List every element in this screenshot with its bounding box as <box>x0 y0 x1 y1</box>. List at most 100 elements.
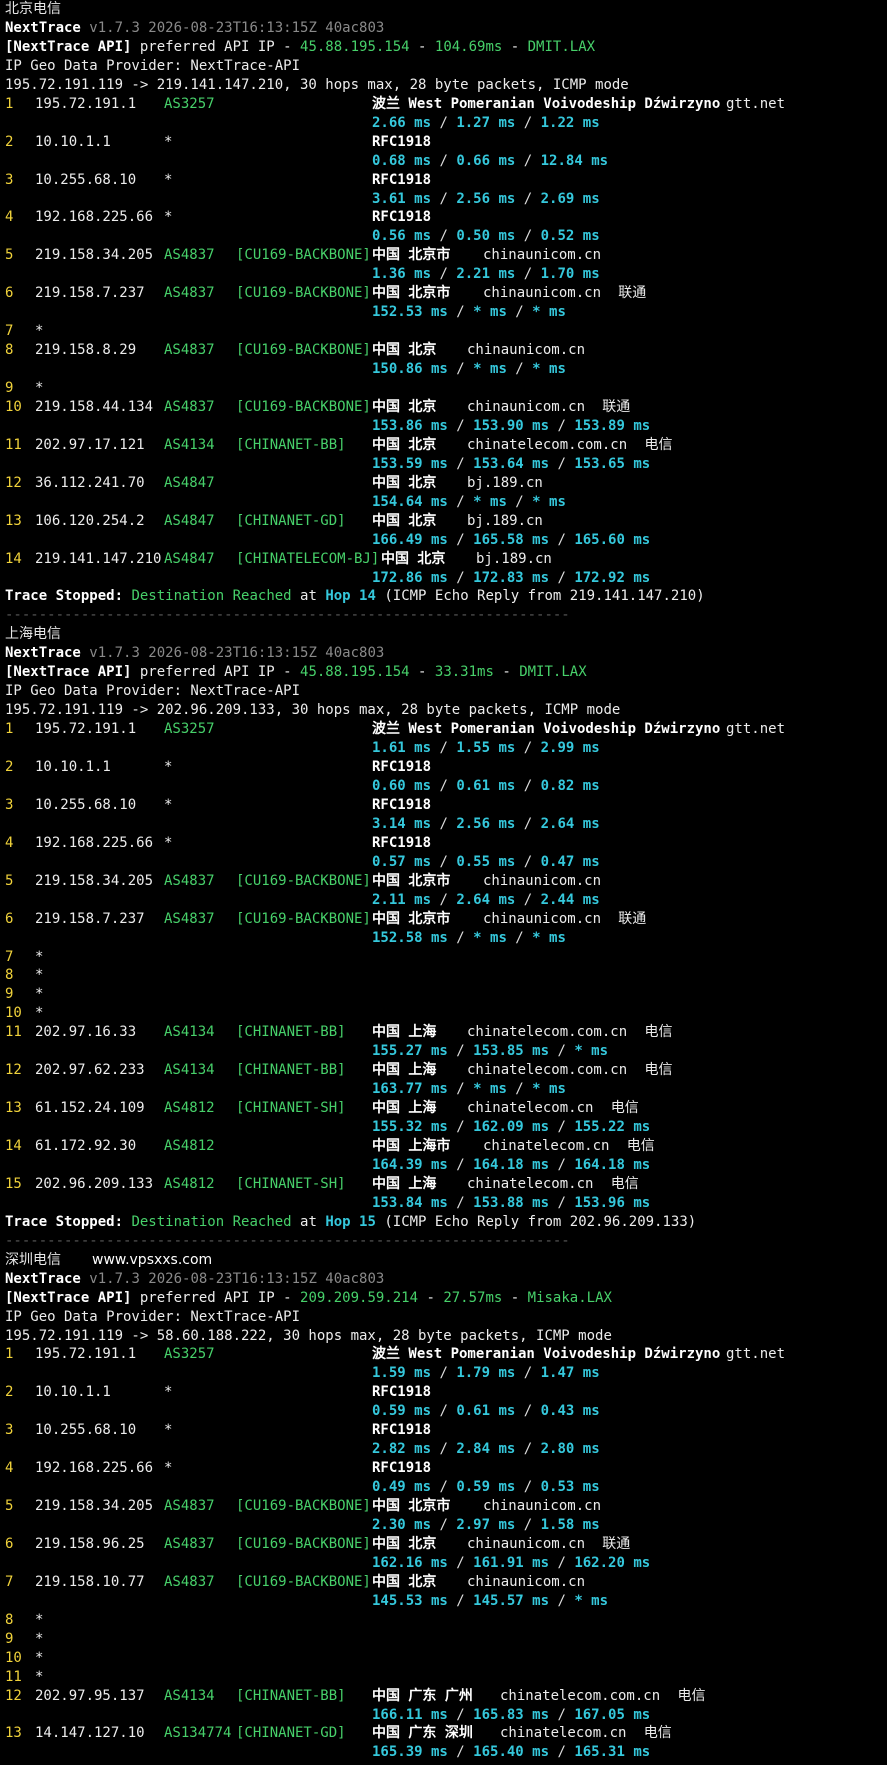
hop-asn: * <box>164 834 173 851</box>
latency-1: 2.11 ms <box>372 891 432 908</box>
latency-3: 0.47 ms <box>540 853 600 870</box>
hop-geo: 中国 上海 <box>372 1062 437 1079</box>
hop-asn: AS3257 <box>164 721 215 738</box>
hop-number: 5 <box>5 1498 14 1515</box>
latency-values: 1.61 ms / 1.55 ms / 2.99 ms <box>372 740 600 757</box>
latency-3: 167.05 ms <box>574 1706 651 1723</box>
latency-values: 154.64 ms / * ms / * ms <box>372 493 566 510</box>
hop-geo: RFC1918 <box>372 1422 432 1439</box>
latency-1: 162.16 ms <box>372 1554 448 1571</box>
hop-geo: 中国 上海 <box>372 1175 437 1192</box>
latency-3: 0.53 ms <box>540 1479 600 1496</box>
hop-number: 4 <box>5 1460 14 1477</box>
hop-ip: * <box>35 1611 44 1628</box>
hop-isp: 电信 <box>644 1024 673 1041</box>
version-line: NextTrace v1.7.3 2026-08-23T16:13:15Z 40… <box>5 644 384 663</box>
latency-3: 2.99 ms <box>540 740 600 757</box>
provider-line: IP Geo Data Provider: NextTrace-API <box>5 682 300 701</box>
hop-geo: 中国 上海市 <box>372 1138 451 1154</box>
hop-number: 15 <box>5 1175 22 1192</box>
hop-number: 12 <box>5 1062 22 1079</box>
hop-geo: 中国 北京市 <box>372 872 451 889</box>
stop-label: Trace Stopped: <box>5 1213 124 1230</box>
hop-ip: * <box>35 1630 44 1647</box>
hop-tag: [CU169-BACKBONE] <box>236 910 371 927</box>
hop-ip: 10.10.1.1 <box>35 133 111 150</box>
latency-3: 1.22 ms <box>540 114 600 131</box>
stop-hop: Hop 14 <box>325 588 376 605</box>
version-line: NextTrace v1.7.3 2026-08-23T16:13:15Z 40… <box>5 1270 384 1289</box>
api-node: DMIT.LAX <box>519 664 587 681</box>
latency-1: 155.32 ms <box>372 1119 448 1136</box>
latency-3: * ms <box>532 929 566 946</box>
hop-number: 7 <box>5 948 14 965</box>
stop-at: at <box>291 1213 326 1230</box>
latency-2: 2.56 ms <box>456 815 516 832</box>
hop-domain: chinatelecom.cn <box>467 1100 594 1117</box>
latency-values: 3.14 ms / 2.56 ms / 2.64 ms <box>372 815 600 832</box>
route-text: 195.72.191.119 -> 219.141.147.210, 30 ho… <box>5 76 629 93</box>
latency-2: 153.85 ms <box>473 1043 550 1060</box>
hop-number: 6 <box>5 285 14 302</box>
latency-2: 1.55 ms <box>456 740 516 757</box>
api-sep: - <box>418 1289 444 1306</box>
latency-2: 0.55 ms <box>456 853 516 870</box>
hop-ip: 10.255.68.10 <box>35 1422 137 1439</box>
latency-2: 2.97 ms <box>456 1517 516 1533</box>
hop-geo: 中国 北京 <box>372 474 437 491</box>
latency-2: 164.18 ms <box>473 1156 550 1173</box>
hop-ip: 219.158.34.205 <box>35 872 154 889</box>
api-line: [NextTrace API] preferred API IP - 209.2… <box>5 1289 612 1308</box>
provider-text: IP Geo Data Provider: NextTrace-API <box>5 683 301 700</box>
hop-geo: 中国 北京市 <box>372 247 451 264</box>
hop-domain: chinatelecom.com.cn <box>467 436 628 453</box>
hop-ip: 10.255.68.10 <box>35 796 137 813</box>
hop-asn: AS4837 <box>164 910 215 927</box>
version-meta: v1.7.3 2026-08-23T16:13:15Z 40ac803 <box>89 645 385 662</box>
hop-geo: 中国 北京市 <box>372 1498 451 1515</box>
latency-values: 0.68 ms / 0.66 ms / 12.84 ms <box>372 152 609 169</box>
hop-isp: 电信 <box>677 1687 706 1704</box>
hop-number: 14 <box>5 1138 22 1154</box>
version-meta: v1.7.3 2026-08-23T16:13:15Z 40ac803 <box>89 1270 385 1287</box>
hop-ip: 195.72.191.1 <box>35 1346 137 1363</box>
hop-domain: chinaunicom.cn <box>483 1498 602 1515</box>
latency-1: 164.39 ms <box>372 1156 448 1173</box>
latency-values: 0.57 ms / 0.55 ms / 0.47 ms <box>372 853 600 870</box>
latency-values: 162.16 ms / 161.91 ms / 162.20 ms <box>372 1554 651 1571</box>
hop-ip: 195.72.191.1 <box>35 95 137 112</box>
hop-asn: AS4837 <box>164 1573 215 1590</box>
hop-ip: 10.255.68.10 <box>35 171 137 188</box>
hop-tag: [CHINANET-GD] <box>236 1725 346 1742</box>
hop-number: 6 <box>5 910 14 927</box>
route-text: 195.72.191.119 -> 58.60.188.222, 30 hops… <box>5 1327 612 1344</box>
hop-domain: gtt.net <box>726 1346 786 1363</box>
api-tag: [NextTrace API] <box>5 664 132 681</box>
latency-values: 163.77 ms / * ms / * ms <box>372 1081 566 1098</box>
hop-number: 13 <box>5 1100 22 1117</box>
latency-3: * ms <box>532 1081 566 1098</box>
hop-asn: AS4837 <box>164 1535 215 1552</box>
hop-asn: AS4812 <box>164 1175 215 1192</box>
latency-3: 164.18 ms <box>574 1156 651 1173</box>
hop-ip: * <box>35 986 44 1003</box>
hop-isp: 联通 <box>602 398 631 415</box>
version-line: NextTrace v1.7.3 2026-08-23T16:13:15Z 40… <box>5 19 384 38</box>
latency-values: 0.60 ms / 0.61 ms / 0.82 ms <box>372 777 600 794</box>
api-node: Misaka.LAX <box>527 1289 612 1306</box>
hop-ip: 36.112.241.70 <box>35 474 145 491</box>
latency-2: 0.61 ms <box>456 1403 516 1420</box>
latency-2: 0.59 ms <box>456 1479 516 1496</box>
hop-asn: * <box>164 171 173 188</box>
api-text: preferred API IP - <box>131 38 301 55</box>
api-sep: - <box>409 38 435 55</box>
hop-isp: 联通 <box>602 1535 631 1552</box>
hop-isp: 电信 <box>626 1138 655 1154</box>
latency-1: 153.59 ms <box>372 455 448 472</box>
hop-geo: 中国 北京 <box>372 512 437 529</box>
hop-geo: 中国 北京 <box>372 1573 437 1590</box>
provider-line: IP Geo Data Provider: NextTrace-API <box>5 1308 300 1327</box>
hop-asn: AS4812 <box>164 1138 215 1154</box>
hop-domain: chinatelecom.cn <box>500 1725 627 1742</box>
latency-values: 172.86 ms / 172.83 ms / 172.92 ms <box>372 569 651 586</box>
